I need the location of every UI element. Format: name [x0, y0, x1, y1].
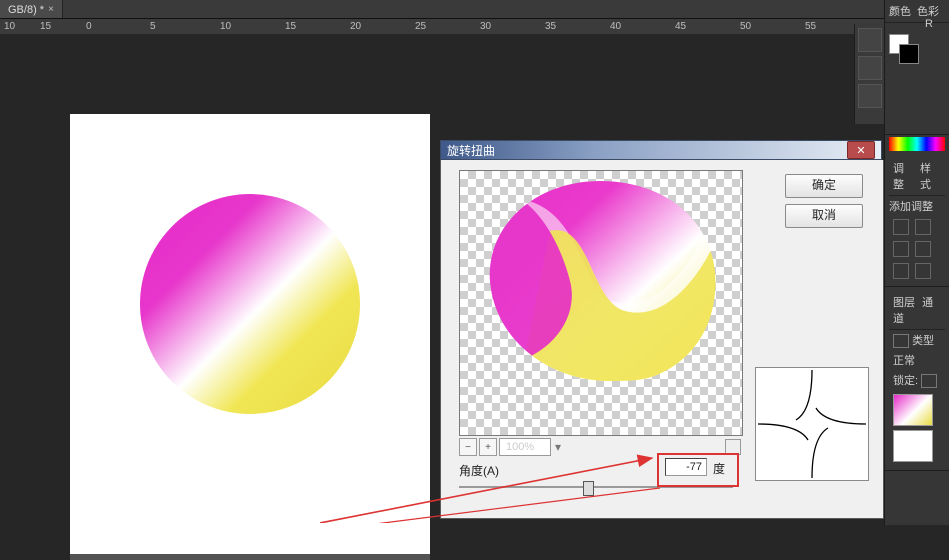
ruler-tick: 30 [480, 21, 491, 32]
close-icon: ✕ [856, 144, 865, 157]
filter-preview[interactable] [459, 170, 743, 436]
blend-mode-select[interactable]: 正常 [889, 350, 945, 370]
close-icon[interactable]: × [48, 4, 54, 15]
ruler-tick: 15 [285, 21, 296, 32]
tool-icon[interactable] [858, 28, 882, 52]
dialog-close-button[interactable]: ✕ [847, 141, 875, 159]
angle-unit-label: 度 [713, 460, 725, 477]
ok-button[interactable]: 确定 [785, 174, 863, 198]
ruler-tick: 40 [610, 21, 621, 32]
canvas-background [70, 114, 430, 560]
adjustment-icon[interactable] [893, 219, 909, 235]
tool-cluster [854, 24, 885, 124]
color-swatches[interactable] [889, 34, 919, 64]
panel-tab-adjustments[interactable]: 调整 [893, 160, 914, 192]
ruler-tick: 10 [220, 21, 231, 32]
adjustment-icon[interactable] [915, 263, 931, 279]
twirl-diagram-icon [756, 368, 868, 480]
gradient-circle-artwork [140, 194, 360, 414]
right-panels: « 颜色 色彩 R 调整 样式 添加调整 图层 [884, 0, 949, 525]
ruler-tick: 35 [545, 21, 556, 32]
lock-label: 锁定: [893, 375, 918, 387]
panel-tab-layers[interactable]: 图层 [893, 297, 915, 309]
adjustment-icon[interactable] [893, 241, 909, 257]
panel-tab-styles[interactable]: 样式 [920, 160, 941, 192]
ruler-tick: 20 [350, 21, 361, 32]
document-tab-bar: GB/8) * × [0, 0, 949, 19]
dialog-titlebar[interactable]: 旋转扭曲 ✕ [440, 140, 882, 160]
ruler-tick: 45 [675, 21, 686, 32]
ruler-tick: 15 [40, 21, 51, 32]
angle-label: 角度(A) [459, 462, 499, 479]
preview-graphic [460, 171, 742, 435]
dialog-title: 旋转扭曲 [447, 142, 495, 159]
background-color-icon[interactable] [899, 44, 919, 64]
rgb-channel-label: R [925, 18, 933, 30]
zoom-value[interactable]: 100% [499, 438, 551, 456]
document-tab[interactable]: GB/8) * × [0, 0, 63, 18]
ruler-tick: 55 [805, 21, 816, 32]
twirl-diagram-thumbnail [755, 367, 869, 481]
adjustment-icon[interactable] [915, 241, 931, 257]
ruler-tick: 25 [415, 21, 426, 32]
adjustment-icon[interactable] [915, 219, 931, 235]
canvas[interactable] [70, 114, 430, 554]
twirl-dialog: − + 100% ▾ 角度(A) 度 确定 取消 [440, 160, 884, 519]
document-tab-label: GB/8) * [8, 4, 44, 16]
ruler-tick: 5 [150, 21, 156, 32]
ruler-tick: 10 [4, 21, 15, 32]
zoom-in-button[interactable]: + [479, 438, 497, 456]
color-ramp[interactable] [889, 137, 945, 151]
angle-slider-handle[interactable] [583, 481, 594, 496]
filter-type-icon[interactable] [893, 334, 909, 348]
tool-icon[interactable] [858, 84, 882, 108]
ruler-tick: 0 [86, 21, 92, 32]
ruler-tick: 50 [740, 21, 751, 32]
layer-thumbnail[interactable] [893, 430, 933, 462]
adjustment-icon[interactable] [893, 263, 909, 279]
panel-tab-color[interactable]: 颜色 [889, 3, 911, 19]
lock-pixels-icon[interactable] [921, 374, 937, 388]
add-adjustment-label: 添加调整 [889, 196, 945, 216]
layer-thumbnail[interactable] [893, 394, 933, 426]
zoom-out-button[interactable]: − [459, 438, 477, 456]
chevron-down-icon[interactable]: ▾ [555, 440, 561, 454]
tool-icon[interactable] [858, 56, 882, 80]
angle-input[interactable] [665, 458, 707, 476]
filter-type-label: 类型 [912, 335, 934, 347]
cancel-button[interactable]: 取消 [785, 204, 863, 228]
panel-tab-swatches[interactable]: 色彩 [917, 3, 939, 19]
